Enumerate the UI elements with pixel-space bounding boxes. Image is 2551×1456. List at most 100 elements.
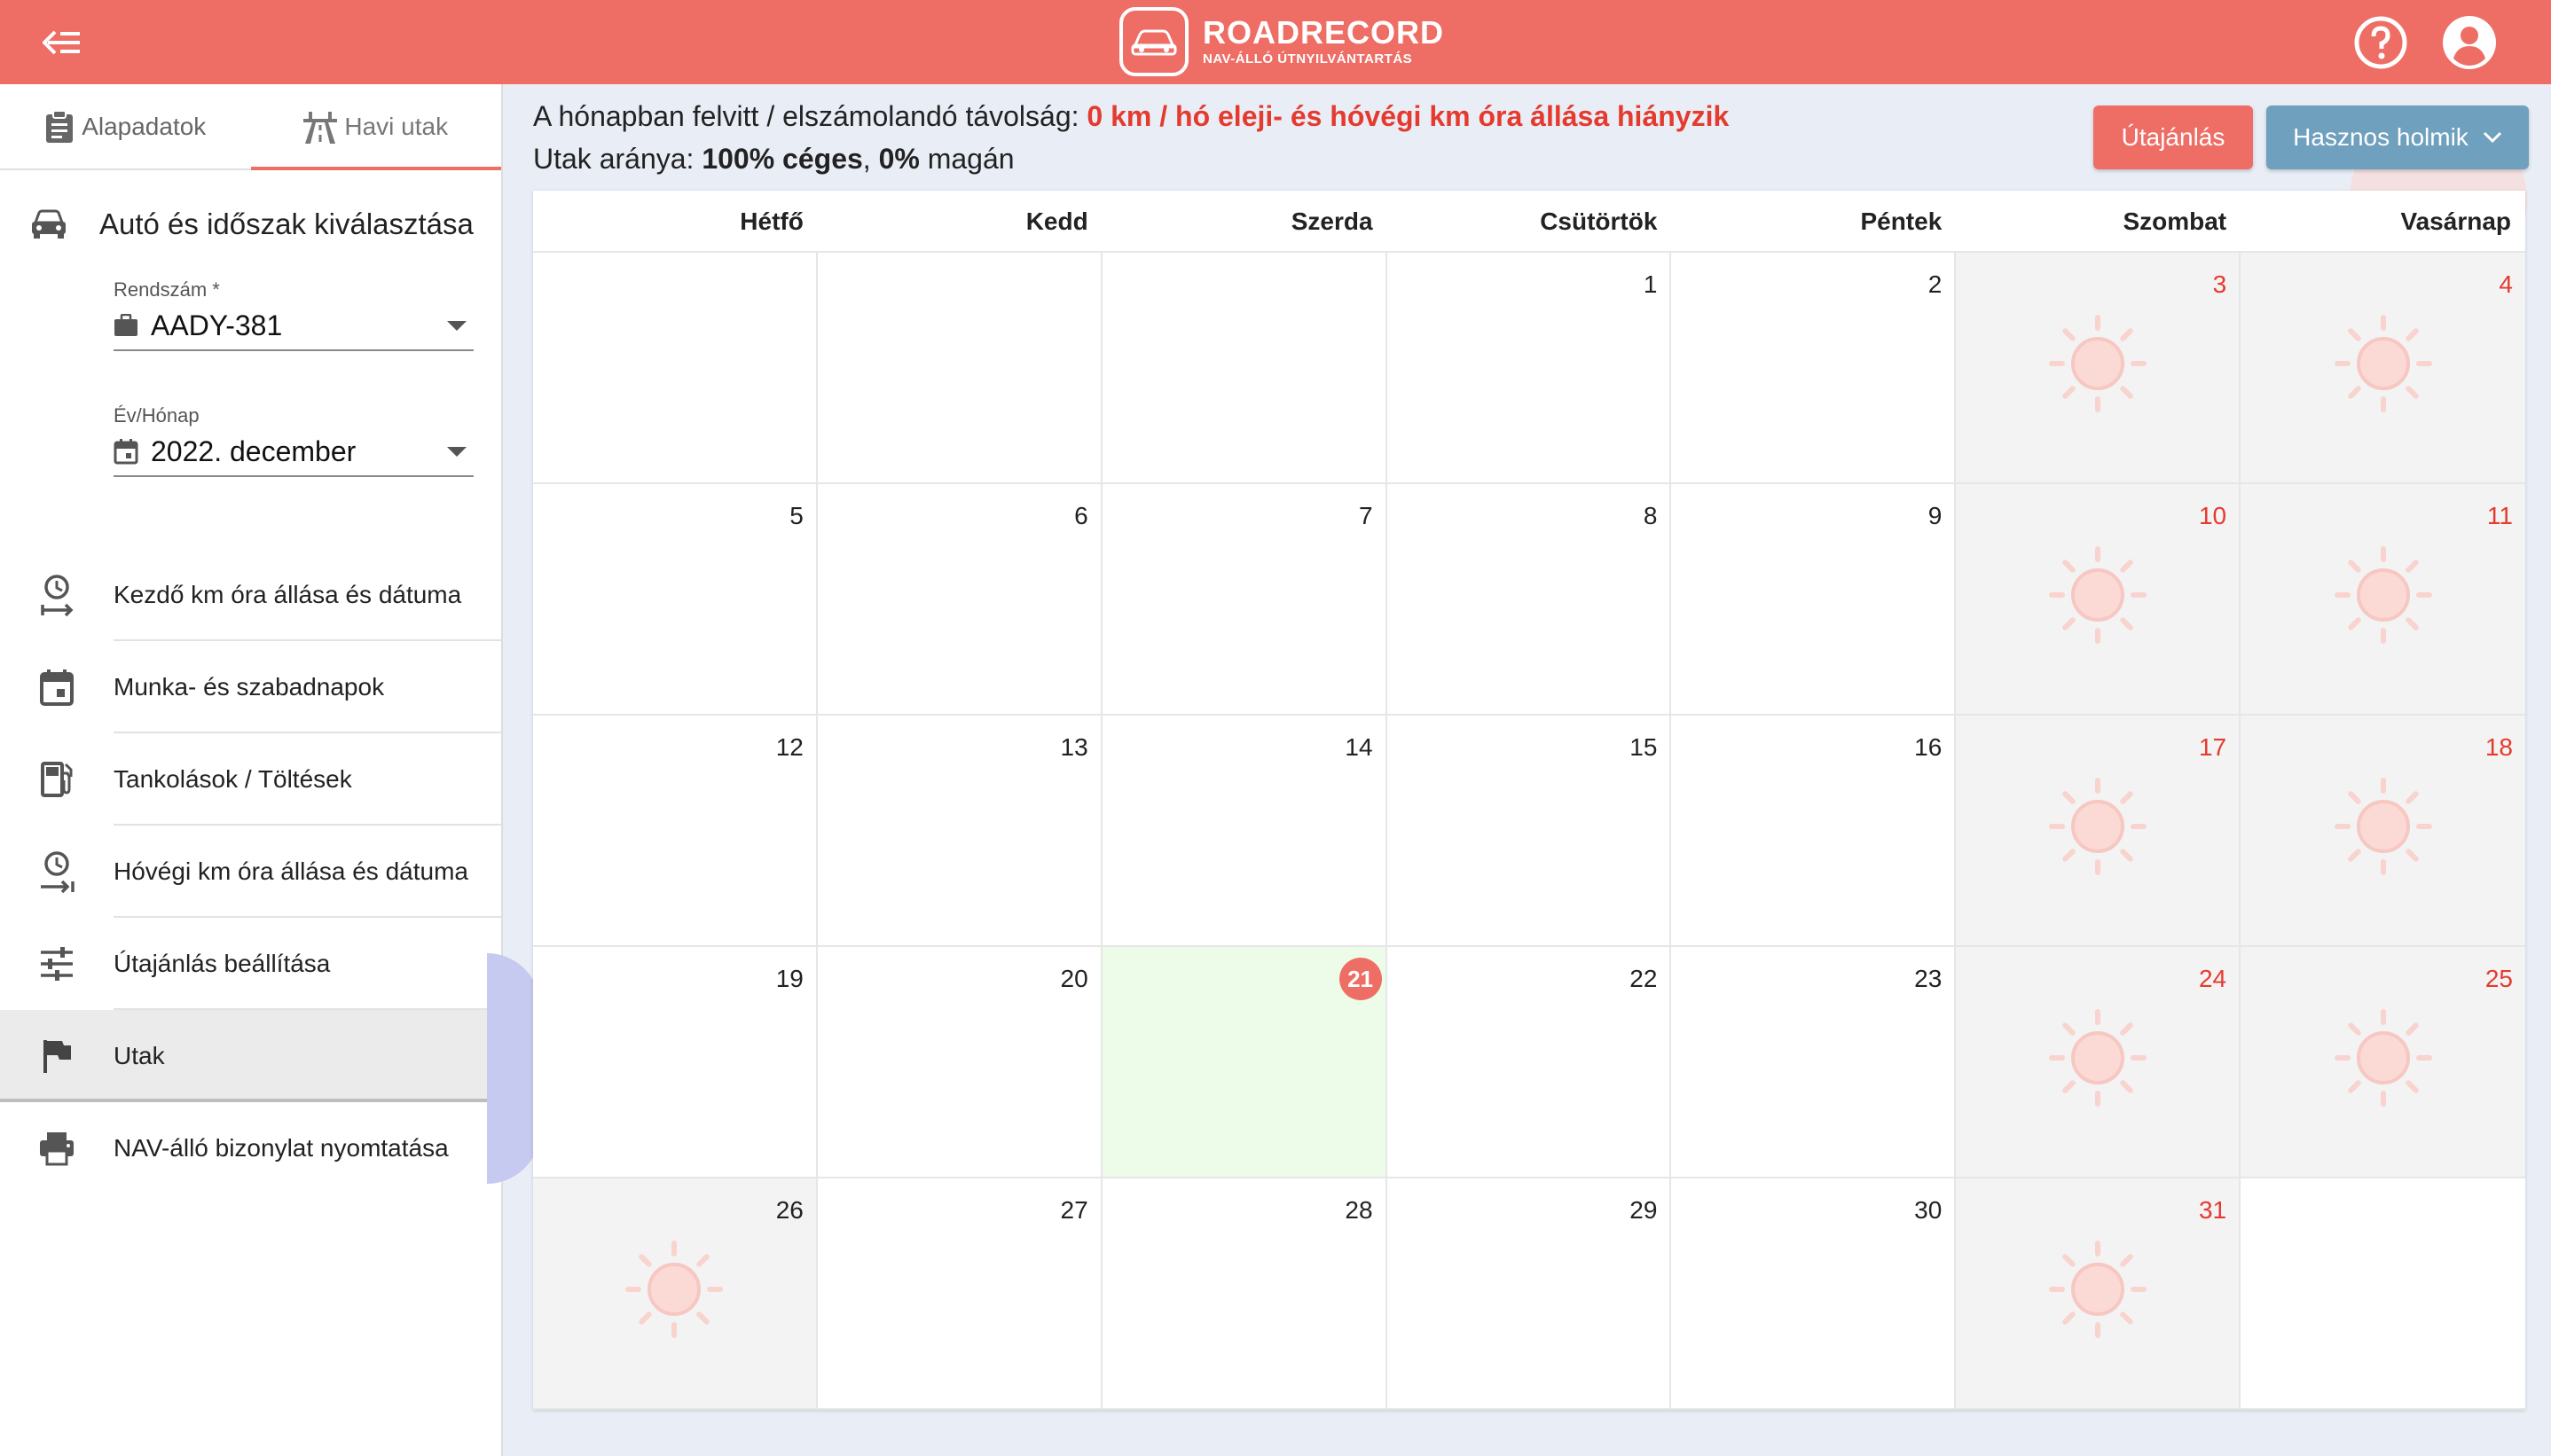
day-number: 16 [1914,733,1943,761]
menu-collapse-icon [43,30,80,54]
distance-warning: 0 km / hó eleji- és hóvégi km óra állása… [1087,100,1730,132]
calendar-day[interactable]: 22 [1386,947,1672,1178]
day-number: 24 [2198,965,2227,992]
calendar-day[interactable]: 6 [817,484,1103,716]
sidebar-item-label: Munka- és szabadnapok [114,673,385,701]
flag-icon [43,1040,71,1073]
calendar-weekday-header: Hétfő Kedd Szerda Csütörtök Péntek Szombat Vas… [533,191,2525,253]
calendar-day[interactable]: 30 [1671,1178,1957,1410]
distance-line: A hónapban felvitt / elszámolandó távols… [533,95,1729,137]
plate-label: Rendszám * [114,278,220,301]
calendar-day[interactable]: 29 [1386,1178,1672,1410]
collapse-menu-button[interactable] [35,16,89,69]
calendar-day[interactable]: 8 [1386,484,1672,716]
useful-stuff-button[interactable]: Hasznos holmik [2266,106,2529,169]
sidebar-item-start-km[interactable]: Kezdő km óra állása és dátuma [0,549,501,641]
calendar-day[interactable]: 2 [1671,253,1957,484]
sun-icon [2048,546,2147,644]
plate-select[interactable]: Rendszám * AADY-381 [114,278,474,351]
calendar-day[interactable]: 25 [2241,947,2525,1178]
calendar-day[interactable]: 10 [1956,484,2241,716]
calendar-day[interactable]: 3 [1956,253,2241,484]
sidebar-item-end-km[interactable]: Hóvégi km óra állása és dátuma [0,826,501,918]
sidebar-item-label: Kezdő km óra állása és dátuma [114,581,462,608]
day-number: 6 [1074,502,1088,529]
sidebar: Alapadatok Havi utak Autó és időszak kiv… [0,84,503,1456]
calendar-day[interactable]: 20 [817,947,1103,1178]
calendar-day[interactable]: 31 [1956,1178,2241,1410]
chevron-down-icon [447,320,467,331]
useful-stuff-label: Hasznos holmik [2293,123,2469,151]
chevron-down-icon [2483,131,2501,144]
day-number: 7 [1358,502,1373,529]
day-number: 30 [1914,1196,1943,1224]
briefcase-icon [114,314,137,336]
sidebar-tabs: Alapadatok Havi utak [0,84,501,170]
route-offer-button[interactable]: Útajánlás [2093,106,2253,169]
section-title: Autó és időszak kiválasztása [99,207,474,240]
day-number: 20 [1060,965,1088,992]
day-number: 14 [1345,733,1373,761]
sidebar-item-route-settings[interactable]: Útajánlás beállítása [0,918,501,1010]
calendar-day[interactable]: 14 [1102,716,1387,947]
day-number: 31 [2198,1196,2227,1224]
calendar-day[interactable]: 18 [2241,716,2525,947]
ratio-company: 100% céges [702,143,863,175]
tab-alapadatok-label: Alapadatok [82,112,207,140]
background-decoration [487,953,540,1184]
calendar-grid: 1 2 3 4 5 6 7 8 9 10 11 12 13 14 15 16 17 18 19 20 21 22 23 24 2… [533,253,2525,1410]
calendar-day[interactable]: 23 [1671,947,1957,1178]
calendar-day[interactable]: 12 [533,716,818,947]
printer-icon [40,1132,74,1166]
sidebar-item-workdays[interactable]: Munka- és szabadnapok [0,641,501,733]
calendar-icon [40,669,74,706]
day-number: 15 [1629,733,1658,761]
sidebar-item-fueling[interactable]: Tankolások / Töltések [0,733,501,826]
calendar-day[interactable]: 15 [1386,716,1672,947]
road-icon [303,111,338,144]
clock-end-icon [41,851,75,894]
month-label: Év/Hónap [114,404,200,427]
weekday-header: Csütörtök [1540,207,1658,235]
tab-havi-utak[interactable]: Havi utak [250,84,502,170]
day-number: 5 [789,502,804,529]
calendar-day[interactable]: 5 [533,484,818,716]
help-icon[interactable] [2352,14,2409,71]
day-number: 18 [2484,733,2513,761]
car-logo-icon [1119,7,1189,76]
calendar-day[interactable]: 13 [817,716,1103,947]
sun-icon [625,1241,724,1338]
calendar-day[interactable]: 27 [817,1178,1103,1410]
calendar-day[interactable]: 4 [2241,253,2525,484]
sidebar-item-trips[interactable]: Utak [0,1010,501,1102]
calendar-day[interactable]: 21 [1102,947,1387,1178]
ratio-label: Utak aránya: [533,143,703,175]
day-number: 3 [2212,270,2227,298]
weekday-header: Péntek [1860,207,1943,235]
calendar-day[interactable]: 28 [1102,1178,1387,1410]
calendar-day[interactable]: 1 [1386,253,1672,484]
ratio-private-label: magán [919,143,1015,175]
sun-icon [2334,778,2432,875]
calendar-day[interactable]: 16 [1671,716,1957,947]
calendar-day[interactable]: 17 [1956,716,2241,947]
calendar-day[interactable]: 26 [533,1178,818,1410]
account-icon[interactable] [2441,14,2498,71]
calendar-day[interactable]: 9 [1671,484,1957,716]
day-number: 10 [2198,502,2227,529]
calendar-day[interactable]: 11 [2241,484,2525,716]
calendar-small-icon [114,439,138,465]
weekday-header: Vasárnap [2400,207,2511,235]
month-select[interactable]: Év/Hónap 2022. december [114,404,474,477]
calendar-day[interactable]: 7 [1102,484,1387,716]
calendar-day[interactable]: 24 [1956,947,2241,1178]
tab-alapadatok[interactable]: Alapadatok [0,84,251,168]
sidebar-item-print[interactable]: NAV-álló bizonylat nyomtatása [0,1102,501,1194]
brand-subtitle: NAV-ÁLLÓ ÚTNYILVÁNTARTÁS [1203,51,1413,67]
tab-havi-utak-label: Havi utak [344,112,449,140]
calendar-day[interactable]: 19 [533,947,818,1178]
month-value: 2022. december [151,434,357,467]
ratio-line: Utak aránya: 100% céges, 0% magán [533,137,1729,180]
day-number: 22 [1629,965,1658,992]
sun-icon [2048,1241,2147,1338]
